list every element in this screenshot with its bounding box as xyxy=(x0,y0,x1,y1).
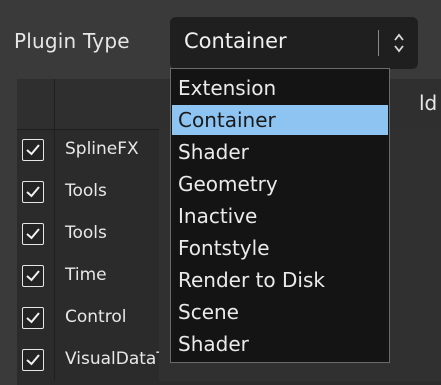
checkmark-icon xyxy=(26,186,40,198)
enabled-checkbox[interactable] xyxy=(22,223,44,245)
dropdown-option[interactable]: Fontstyle xyxy=(172,233,388,263)
plugin-name: Tools xyxy=(65,223,107,243)
plugin-name: Time xyxy=(65,265,107,285)
dropdown-option[interactable]: Extension xyxy=(172,73,388,103)
cell-divider xyxy=(54,255,55,297)
plugin-name: SplineFX xyxy=(65,139,139,159)
plugin-type-dropdown: Extension Container Shader Geometry Inactive… xyxy=(170,68,390,363)
checkmark-icon xyxy=(26,312,40,324)
enabled-checkbox[interactable] xyxy=(22,139,44,161)
checkmark-icon xyxy=(26,270,40,282)
enabled-checkbox[interactable] xyxy=(22,349,44,371)
dropdown-option[interactable]: Scene xyxy=(172,297,388,327)
cell-divider xyxy=(54,297,55,339)
cell-divider xyxy=(54,171,55,213)
plugin-type-select[interactable]: Container xyxy=(170,17,418,69)
dropdown-option[interactable]: Container xyxy=(172,105,388,135)
checkmark-icon xyxy=(26,144,40,156)
up-down-chevron-icon xyxy=(384,25,414,61)
plugin-name: Tools xyxy=(65,181,107,201)
plugin-type-select-value: Container xyxy=(184,29,287,53)
checkmark-icon xyxy=(26,354,40,366)
checkmark-icon xyxy=(26,228,40,240)
header-column-label: ld xyxy=(419,91,438,115)
plugin-type-label: Plugin Type xyxy=(14,29,130,53)
enabled-checkbox[interactable] xyxy=(22,181,44,203)
dropdown-option[interactable]: Inactive xyxy=(172,201,388,231)
dropdown-option[interactable]: Render to Disk xyxy=(172,265,388,295)
header-divider xyxy=(54,79,55,129)
cell-divider xyxy=(54,213,55,255)
cell-divider xyxy=(54,339,55,381)
enabled-checkbox[interactable] xyxy=(22,265,44,287)
dropdown-option[interactable]: Geometry xyxy=(172,169,388,199)
select-separator xyxy=(378,30,379,56)
cell-divider xyxy=(54,129,55,171)
plugin-name: Control xyxy=(65,307,127,327)
dropdown-option[interactable]: Shader xyxy=(172,137,388,167)
enabled-checkbox[interactable] xyxy=(22,307,44,329)
dropdown-option[interactable]: Shader xyxy=(172,329,388,359)
